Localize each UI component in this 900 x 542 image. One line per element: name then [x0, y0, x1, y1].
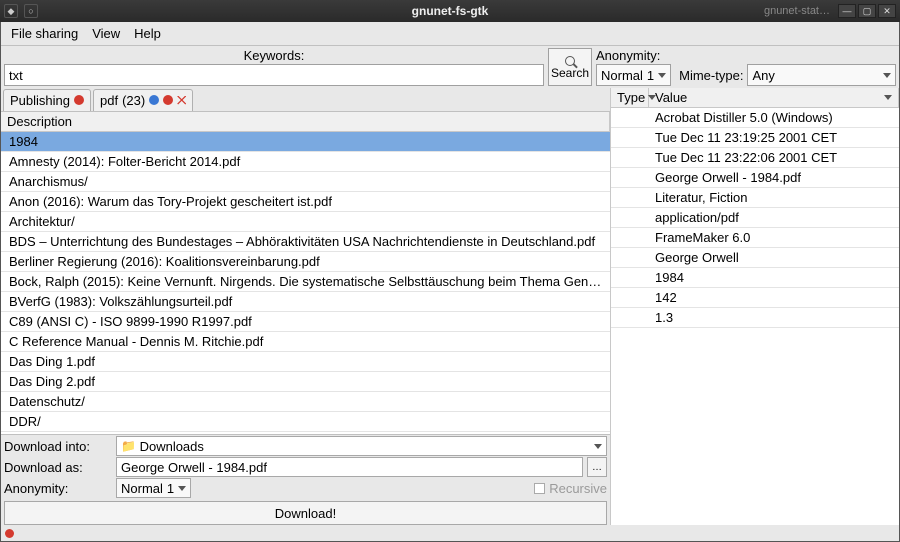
meta-row[interactable]: George Orwell - 1984.pdf	[611, 168, 899, 188]
tab-bar: Publishing pdf (23)	[1, 88, 610, 112]
recursive-checkbox[interactable]: Recursive	[534, 481, 607, 496]
meta-list[interactable]: Acrobat Distiller 5.0 (Windows)Tue Dec 1…	[611, 108, 899, 525]
meta-header: Type Value	[611, 88, 899, 108]
menubar: File sharing View Help	[1, 22, 899, 46]
window-title: gnunet-fs-gtk	[412, 4, 489, 18]
download-as-label: Download as:	[4, 460, 112, 475]
window-titlebar: ◆ ○ gnunet-fs-gtk gnunet-stat… — ▢ ✕	[0, 0, 900, 22]
search-button[interactable]: Search	[548, 48, 592, 86]
column-value[interactable]: Value	[649, 88, 899, 107]
search-icon	[565, 56, 575, 66]
menu-help[interactable]: Help	[128, 24, 167, 43]
result-row[interactable]: BDS – Unterrichtung des Bundestages – Ab…	[1, 232, 610, 252]
column-description[interactable]: Description	[1, 112, 610, 131]
result-row[interactable]: Architektur/	[1, 212, 610, 232]
result-row[interactable]: Das Ding 2.pdf	[1, 372, 610, 392]
chevron-down-icon	[658, 73, 666, 78]
search-bar: Keywords: Search Anonymity: Normal 1 Mim…	[1, 46, 899, 88]
download-into-label: Download into:	[4, 439, 112, 454]
result-row[interactable]: 1984	[1, 132, 610, 152]
meta-row[interactable]: Literatur, Fiction	[611, 188, 899, 208]
download-button[interactable]: Download!	[4, 501, 607, 525]
folder-icon: 📁	[121, 439, 136, 453]
mimetype-label: Mime-type:	[679, 68, 743, 83]
meta-row[interactable]: 1984	[611, 268, 899, 288]
result-row[interactable]: Anarchismus/	[1, 172, 610, 192]
meta-row[interactable]: Tue Dec 11 23:19:25 2001 CET	[611, 128, 899, 148]
chevron-down-icon	[178, 486, 186, 491]
meta-row[interactable]: FrameMaker 6.0	[611, 228, 899, 248]
menu-view[interactable]: View	[86, 24, 126, 43]
menu-file-sharing[interactable]: File sharing	[5, 24, 84, 43]
meta-row[interactable]: 1.3	[611, 308, 899, 328]
result-row[interactable]: Berliner Regierung (2016): Koalitionsver…	[1, 252, 610, 272]
status-indicator-icon	[5, 529, 14, 538]
chevron-down-icon	[594, 444, 602, 449]
download-as-field[interactable]: George Orwell - 1984.pdf	[116, 457, 583, 477]
meta-row[interactable]: George Orwell	[611, 248, 899, 268]
mimetype-combo[interactable]: Any	[747, 64, 896, 86]
anonymity-combo[interactable]: Normal 1	[596, 64, 671, 86]
keywords-label: Keywords:	[4, 48, 544, 63]
meta-row[interactable]: Tue Dec 11 23:22:06 2001 CET	[611, 148, 899, 168]
result-row[interactable]: BVerfG (1983): Volkszählungsurteil.pdf	[1, 292, 610, 312]
app-icon: ◆	[4, 4, 18, 18]
pause-icon	[149, 95, 159, 105]
maximize-button[interactable]: ▢	[858, 4, 876, 18]
chevron-down-icon	[884, 95, 892, 100]
stop-icon	[74, 95, 84, 105]
result-row[interactable]: Amnesty (2014): Folter-Bericht 2014.pdf	[1, 152, 610, 172]
chevron-down-icon	[883, 73, 891, 78]
result-row[interactable]: C Reference Manual - Dennis M. Ritchie.p…	[1, 332, 610, 352]
search-button-label: Search	[551, 66, 589, 80]
keywords-input[interactable]	[4, 64, 544, 86]
column-type[interactable]: Type	[611, 88, 649, 107]
pin-icon: ○	[24, 4, 38, 18]
results-header: Description	[1, 112, 610, 132]
browse-button[interactable]: …	[587, 457, 607, 477]
results-list[interactable]: 1984Amnesty (2014): Folter-Bericht 2014.…	[1, 132, 610, 434]
close-icon	[177, 96, 186, 105]
tab-publishing[interactable]: Publishing	[3, 89, 91, 111]
result-row[interactable]: C89 (ANSI C) - ISO 9899-1990 R1997.pdf	[1, 312, 610, 332]
meta-row[interactable]: Acrobat Distiller 5.0 (Windows)	[611, 108, 899, 128]
download-anon-label: Anonymity:	[4, 481, 112, 496]
checkbox-icon	[534, 483, 545, 494]
tab-pdf[interactable]: pdf (23)	[93, 89, 193, 111]
stop-icon	[163, 95, 173, 105]
status-bar	[1, 525, 899, 541]
download-panel: Download into: 📁 Downloads Download as: …	[1, 434, 610, 525]
result-row[interactable]: DDR/	[1, 412, 610, 432]
result-row[interactable]: Das Ding 1.pdf	[1, 352, 610, 372]
close-button[interactable]: ✕	[878, 4, 896, 18]
background-app-label: gnunet-stat…	[764, 5, 830, 17]
anonymity-label: Anonymity:	[596, 48, 671, 63]
download-into-field[interactable]: 📁 Downloads	[116, 436, 607, 456]
meta-row[interactable]: 142	[611, 288, 899, 308]
minimize-button[interactable]: —	[838, 4, 856, 18]
result-row[interactable]: Anon (2016): Warum das Tory-Projekt gesc…	[1, 192, 610, 212]
result-row[interactable]: Bock, Ralph (2015): Keine Vernunft. Nirg…	[1, 272, 610, 292]
result-row[interactable]: Datenschutz/	[1, 392, 610, 412]
download-anon-combo[interactable]: Normal 1	[116, 478, 191, 498]
meta-row[interactable]: application/pdf	[611, 208, 899, 228]
